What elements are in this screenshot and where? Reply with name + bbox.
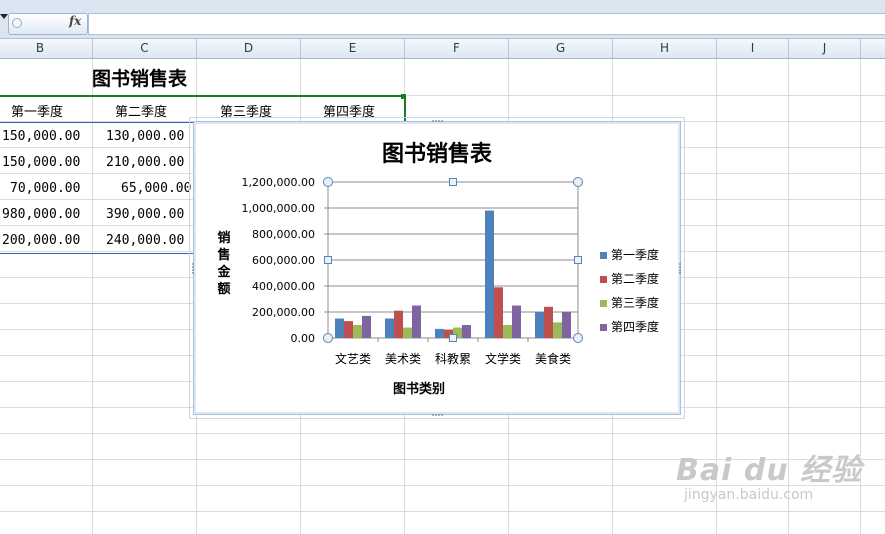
legend-label: 第四季度 [611,320,660,334]
y-tick-label: 1,000,000.00 [242,202,315,215]
bar [512,305,521,338]
x-tick-label: 美术类 [385,352,421,366]
resize-handle[interactable] [323,333,333,343]
bar [385,318,394,338]
watermark-logo: Bai du 经验 [676,453,863,488]
bar [544,306,553,338]
legend-item[interactable]: 第三季度 [600,294,659,318]
resize-handle[interactable] [323,177,333,187]
x-tick-label: 文学类 [485,351,521,366]
watermark: Bai du 经验 jingyan.baidu.com [676,445,862,503]
frame-grip[interactable] [438,120,440,122]
y-tick-label: 600,000.00 [252,254,315,267]
resize-handle[interactable] [573,333,583,343]
frame-grip[interactable] [441,414,443,416]
bar [335,318,344,338]
frame-grip[interactable] [679,269,681,271]
legend-swatch [600,252,607,259]
frame-grip[interactable] [192,269,194,271]
legend-label: 第二季度 [611,272,660,286]
bar [403,327,412,338]
resize-handle[interactable] [573,177,583,187]
frame-grip[interactable] [432,120,434,122]
frame-grip[interactable] [435,414,437,416]
legend-swatch [600,324,607,331]
bar [494,287,503,338]
bar [344,321,353,338]
x-tick-label: 美食类 [535,351,571,366]
bar [353,325,362,338]
frame-grip[interactable] [192,266,194,268]
resize-handle[interactable] [449,178,457,186]
frame-grip[interactable] [435,120,437,122]
legend-item[interactable]: 第四季度 [600,318,659,342]
bar [553,322,562,338]
frame-grip[interactable] [432,414,434,416]
bar [362,315,371,338]
watermark-url: jingyan.baidu.com [684,487,814,503]
frame-grip[interactable] [192,263,194,265]
x-tick-label: 文艺类 [335,351,371,366]
legend-item[interactable]: 第二季度 [600,270,659,294]
bar [562,312,571,338]
legend-item[interactable]: 第一季度 [600,246,659,270]
x-tick-label: 科教累 [435,351,471,366]
bar [462,325,471,338]
chart-legend[interactable]: 第一季度第二季度第三季度第四季度 [600,246,659,342]
y-tick-label: 800,000.00 [252,228,315,241]
frame-grip[interactable] [192,272,194,274]
frame-grip[interactable] [441,120,443,122]
resize-handle[interactable] [324,256,332,264]
frame-grip[interactable] [679,266,681,268]
y-tick-label: 200,000.00 [252,306,315,319]
bar [485,210,494,338]
legend-label: 第三季度 [611,296,660,310]
bar [394,310,403,338]
y-tick-label: 1,200,000.00 [242,176,315,189]
bar [412,305,421,338]
resize-handle[interactable] [574,256,582,264]
legend-label: 第一季度 [611,248,660,262]
legend-swatch [600,300,607,307]
y-tick-label: 0.00 [291,332,316,345]
frame-grip[interactable] [679,263,681,265]
legend-swatch [600,276,607,283]
bar [535,312,544,338]
bar [503,325,512,338]
y-tick-label: 400,000.00 [252,280,315,293]
bar [435,328,444,338]
frame-grip[interactable] [438,414,440,416]
resize-handle[interactable] [449,334,457,342]
frame-grip[interactable] [679,272,681,274]
